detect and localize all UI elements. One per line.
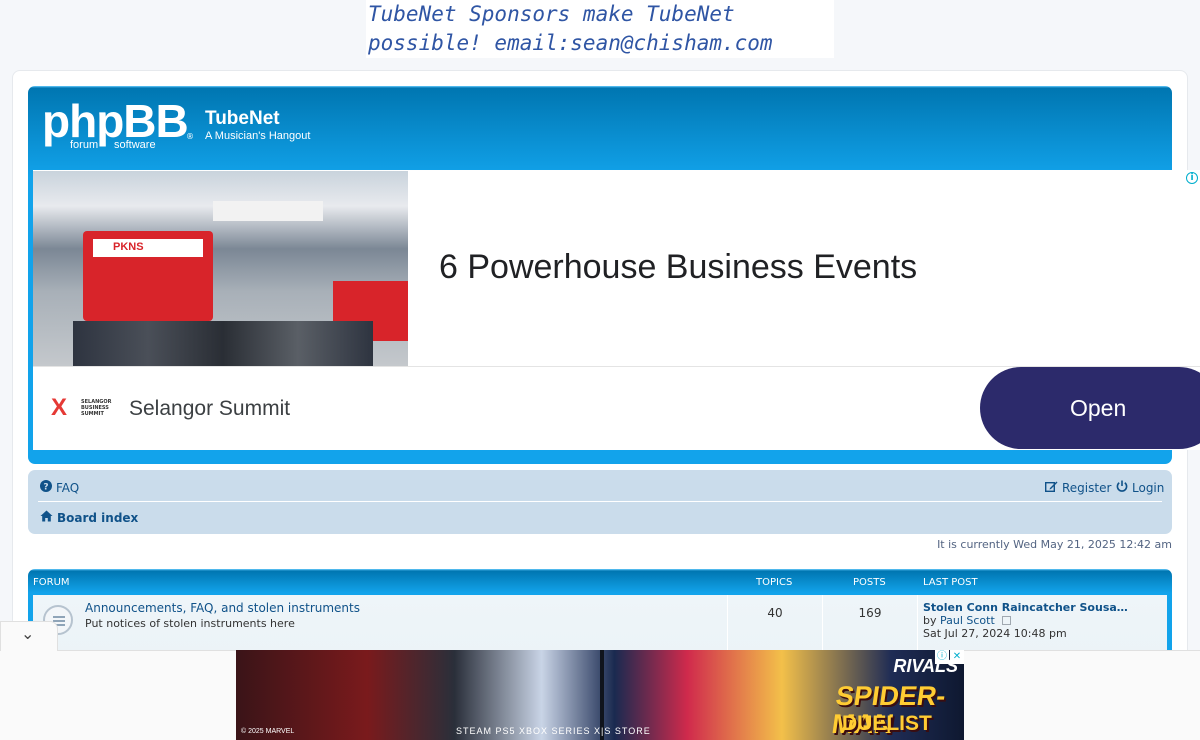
- photo-booth-text: PKNS: [113, 241, 144, 253]
- ad-open-button[interactable]: Open: [980, 367, 1200, 449]
- last-post-date: Sat Jul 27, 2024 10:48 pm: [923, 627, 1067, 640]
- header-forum: FORUM: [33, 577, 70, 588]
- question-circle-icon: ?: [40, 480, 52, 495]
- last-post-by-prefix: by: [923, 614, 937, 627]
- game-ad-banner[interactable]: RIVALS SPIDER-MAN DUELIST © 2025 MARVEL …: [236, 650, 964, 740]
- ad-info-icon[interactable]: i: [1186, 172, 1198, 184]
- edit-icon: [1044, 480, 1058, 495]
- faq-label: FAQ: [56, 480, 80, 495]
- close-icon[interactable]: ✕: [950, 650, 964, 664]
- register-label: Register: [1062, 480, 1112, 495]
- column-divider: [727, 595, 728, 655]
- login-link[interactable]: Login: [1116, 480, 1164, 495]
- register-link[interactable]: Register: [1044, 480, 1112, 495]
- advertiser-logo-text: SELANGOR BUSINESS SUMMIT: [81, 399, 112, 417]
- chevron-down-icon: ⌄: [21, 624, 35, 643]
- advertiser-logo-mark: X: [51, 394, 68, 421]
- top-ad[interactable]: PKNS 6 Powerhouse Business Events i X SE…: [33, 170, 1200, 450]
- game-ad-controls: ⓘ ✕: [934, 650, 964, 664]
- ad-headline[interactable]: 6 Powerhouse Business Events: [439, 248, 917, 287]
- breadcrumb-board-index[interactable]: Board index: [40, 510, 138, 525]
- game-platforms: STEAM PS5 XBOX SERIES X|S STORE: [456, 726, 651, 736]
- home-icon: [40, 510, 53, 525]
- sticky-ad-collapse-button[interactable]: ⌄: [0, 621, 58, 651]
- faq-link[interactable]: ? FAQ: [40, 480, 79, 495]
- header-topics: TOPICS: [756, 577, 793, 588]
- logo-registered-mark: ®: [186, 132, 194, 141]
- ad-footer: X SELANGOR BUSINESS SUMMIT Selangor Summ…: [33, 366, 1200, 450]
- photo-booth-banner: [93, 239, 203, 257]
- login-label: Login: [1132, 480, 1165, 495]
- column-divider: [822, 595, 823, 655]
- sponsor-line-2: possible! email:sean@chisham.com: [368, 31, 773, 55]
- ad-choices-icon[interactable]: ⓘ: [935, 650, 949, 664]
- advertiser-logo[interactable]: X SELANGOR BUSINESS SUMMIT: [51, 395, 111, 423]
- advertiser-name[interactable]: Selangor Summit: [129, 397, 290, 421]
- game-legal: © 2025 MARVEL: [241, 728, 295, 735]
- navbar: [28, 470, 1172, 534]
- svg-text:?: ?: [43, 483, 48, 493]
- phpbb-logo[interactable]: phpBB forum software ®: [42, 95, 194, 152]
- last-post-title-link[interactable]: Stolen Conn Raincatcher Sousa…: [923, 601, 1128, 614]
- forum-posts-count: 169: [858, 606, 882, 620]
- forum-title-link[interactable]: Announcements, FAQ, and stolen instrumen…: [85, 601, 360, 615]
- game-subtitle: DUELIST: [842, 712, 932, 735]
- current-time: It is currently Wed May 21, 2025 12:42 a…: [937, 538, 1172, 551]
- last-post-by: by Paul Scott: [923, 614, 1012, 627]
- view-latest-post-icon[interactable]: [1002, 616, 1012, 625]
- site-title: TubeNet: [205, 108, 280, 129]
- last-post-author-link[interactable]: Paul Scott: [940, 614, 995, 627]
- forum-description: Put notices of stolen instruments here: [85, 617, 295, 630]
- sponsor-banner[interactable]: TubeNet Sponsors make TubeNet possible! …: [366, 0, 834, 58]
- photo-booth-sign: [213, 201, 323, 221]
- logo-sub-software: software: [114, 139, 156, 151]
- photo-crowd: [73, 321, 373, 366]
- breadcrumb-label: Board index: [57, 510, 139, 525]
- header-last-post: LAST POST: [923, 577, 978, 588]
- forum-topics-count: 40: [767, 606, 783, 620]
- ad-expo-photo[interactable]: PKNS: [33, 171, 408, 366]
- forum-row: Announcements, FAQ, and stolen instrumen…: [33, 595, 1167, 655]
- column-divider: [917, 595, 918, 655]
- navbar-separator: [38, 501, 1162, 502]
- logo-sub-forum: forum: [70, 139, 99, 151]
- site-description: A Musician's Hangout: [205, 130, 311, 142]
- header-posts: POSTS: [853, 577, 886, 588]
- power-icon: [1116, 480, 1128, 495]
- sponsor-line-1: TubeNet Sponsors make TubeNet: [368, 2, 735, 26]
